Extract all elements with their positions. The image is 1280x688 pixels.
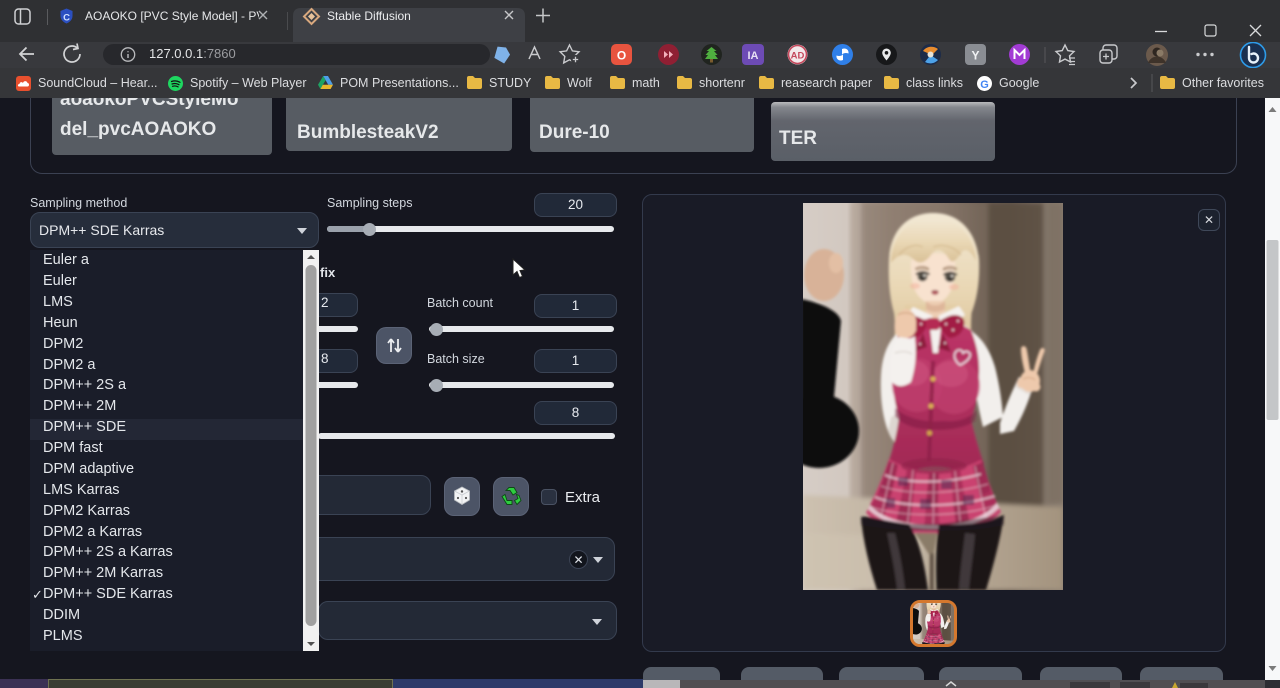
svg-text:C: C <box>63 13 70 24</box>
svg-text:O: O <box>617 49 626 63</box>
svg-text:G: G <box>980 79 989 91</box>
svg-text:AD: AD <box>791 51 805 62</box>
svg-text:IA: IA <box>748 50 759 62</box>
svg-text:Y: Y <box>971 49 979 63</box>
